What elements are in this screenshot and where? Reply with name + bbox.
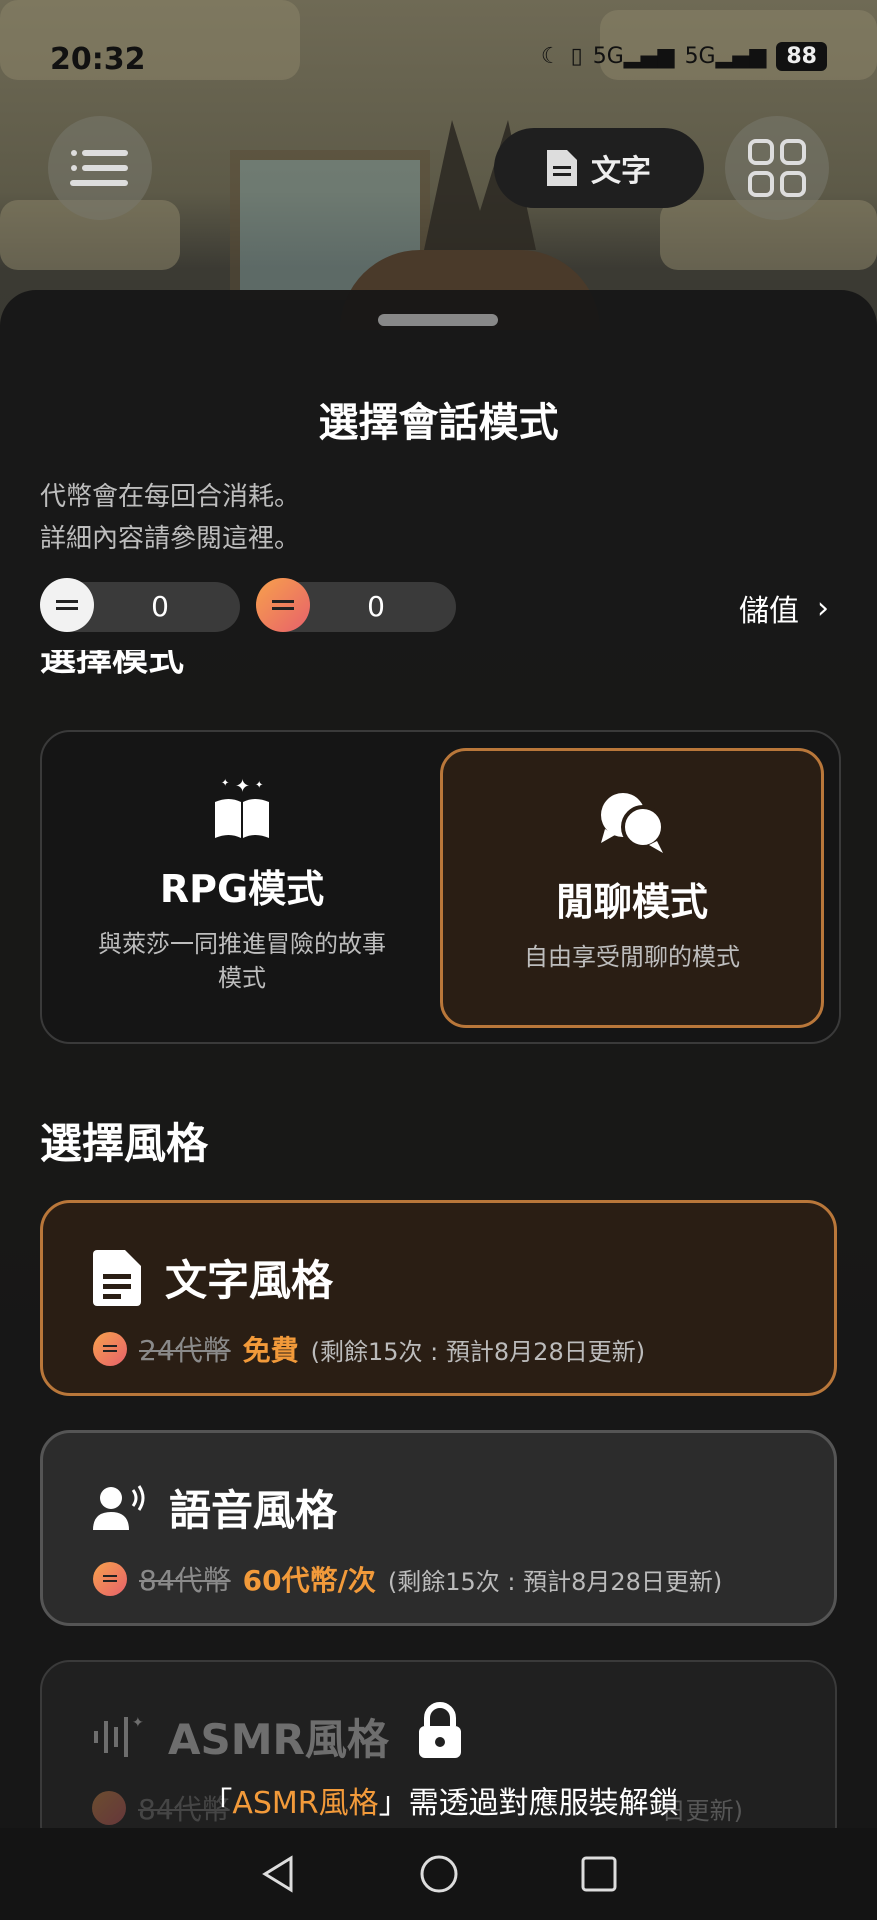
vibrate-icon: ▯: [570, 44, 583, 69]
system-nav-bar: [0, 1828, 877, 1920]
style-pill-button[interactable]: 文字: [494, 128, 704, 208]
lock-quote-open: 「: [202, 1786, 233, 1821]
recents-icon[interactable]: [579, 1854, 619, 1894]
back-icon[interactable]: [259, 1854, 299, 1894]
signal-icon: 5G▂▄▆: [592, 44, 675, 69]
token-description: 代幣會在每回合消耗。 詳細內容請參閱這裡。: [40, 476, 300, 560]
token-white-value: 0: [151, 590, 169, 623]
mode-rpg-title: RPG模式: [159, 867, 325, 911]
battery-indicator: 88: [776, 42, 827, 71]
moon-icon: ☾: [540, 44, 561, 69]
signal-label-2: 5G: [684, 44, 716, 69]
desc-line-2[interactable]: 詳細內容請參閱這裡。: [40, 518, 300, 560]
open-book-icon: ✦ ✦ ✦: [215, 776, 269, 838]
style-option-voice[interactable]: 語音風格 84代幣 60代幣/次 (剩餘15次 : 預計8月28日更新): [40, 1430, 837, 1626]
mode-rpg-subtitle-1: 與萊莎一同推進冒險的故事: [98, 930, 386, 958]
mode-chat-title: 閒聊模式: [555, 880, 708, 924]
style-asmr-title: ASMR風格: [168, 1715, 389, 1764]
old-price: 24代幣: [139, 1334, 231, 1367]
chat-bubbles-icon: [601, 793, 665, 853]
style-option-asmr[interactable]: ✦ ASMR風格 84代幣 日更新) 「ASMR風格」需透過對應服裝解鎖: [40, 1660, 837, 1856]
asmr-lock-message: 「ASMR風格」需透過對應服裝解鎖: [42, 1778, 839, 1822]
mode-selector: ✦ ✦ ✦ RPG模式 與萊莎一同推進冒險的故事 模式 閒聊模式 自由享受閒聊的模式: [40, 730, 841, 1044]
grid-menu-button[interactable]: [725, 116, 829, 220]
svg-text:✦: ✦: [132, 1715, 144, 1731]
mode-option-chat[interactable]: 閒聊模式 自由享受閒聊的模式: [440, 748, 824, 1028]
mode-rpg-subtitle-2: 模式: [218, 964, 266, 992]
speaking-person-icon: [93, 1484, 145, 1530]
premium-token-icon: [93, 1332, 127, 1366]
token-balance-white: 0: [40, 578, 240, 632]
grid-icon: [748, 139, 806, 197]
mode-chat-subtitle: 自由享受閒聊的模式: [524, 943, 740, 971]
signal-icon: 5G▂▄▆: [684, 44, 767, 69]
desc-line-1: 代幣會在每回合消耗。: [40, 482, 301, 512]
svg-text:✦: ✦: [235, 776, 250, 797]
mode-rpg-subtitle: 與萊莎一同推進冒險的故事 模式: [42, 927, 442, 995]
svg-text:✦: ✦: [221, 778, 229, 789]
recharge-button[interactable]: 儲值 ›: [739, 586, 829, 630]
token-orange-value: 0: [367, 590, 385, 623]
signal-label-1: 5G: [592, 44, 624, 69]
svg-text:✦: ✦: [255, 780, 263, 791]
home-icon[interactable]: [419, 1854, 459, 1894]
style-text-title: 文字風格: [165, 1256, 334, 1305]
current-price: 免費: [242, 1334, 299, 1367]
status-bar: 20:32 ☾ ▯ 5G▂▄▆ 5G▂▄▆ 88: [0, 0, 877, 120]
token-balance-orange: 0: [256, 578, 456, 632]
current-price: 60代幣/次: [242, 1564, 376, 1597]
sheet-drag-handle[interactable]: [378, 314, 498, 326]
style-voice-title: 語音風格: [169, 1486, 338, 1535]
mode-sheet: 選擇會話模式 代幣會在每回合消耗。 詳細內容請參閱這裡。 0 0 儲值 › 選擇…: [0, 290, 877, 1920]
document-icon: [547, 150, 577, 186]
clock: 20:32: [50, 42, 146, 77]
lock-style-name: ASMR風格: [232, 1786, 379, 1821]
style-pill-label: 文字: [591, 154, 651, 189]
old-price: 84代幣: [139, 1564, 231, 1597]
remaining-note: (剩餘15次 : 預計8月28日更新): [387, 1567, 723, 1596]
sound-wave-icon: ✦: [94, 1715, 144, 1757]
menu-button[interactable]: [48, 116, 152, 220]
premium-token-icon: [93, 1562, 127, 1596]
menu-icon: [70, 150, 128, 186]
style-section-title: 選擇風格: [40, 1119, 209, 1168]
mode-option-rpg[interactable]: ✦ ✦ ✦ RPG模式 與萊莎一同推進冒險的故事 模式: [42, 732, 442, 1042]
style-option-text[interactable]: 文字風格 24代幣 免費 (剩餘15次 : 預計8月28日更新): [40, 1200, 837, 1396]
chevron-right-icon: ›: [817, 590, 829, 626]
mode-section-title: 選擇模式: [40, 650, 185, 679]
lock-icon: [419, 1702, 461, 1758]
lock-message-text: 」需透過對應服裝解鎖: [378, 1786, 679, 1821]
remaining-note: (剩餘15次 : 預計8月28日更新): [310, 1337, 646, 1366]
recharge-label: 儲值: [739, 594, 799, 629]
document-icon: [93, 1249, 141, 1306]
sheet-title: 選擇會話模式: [318, 400, 559, 446]
